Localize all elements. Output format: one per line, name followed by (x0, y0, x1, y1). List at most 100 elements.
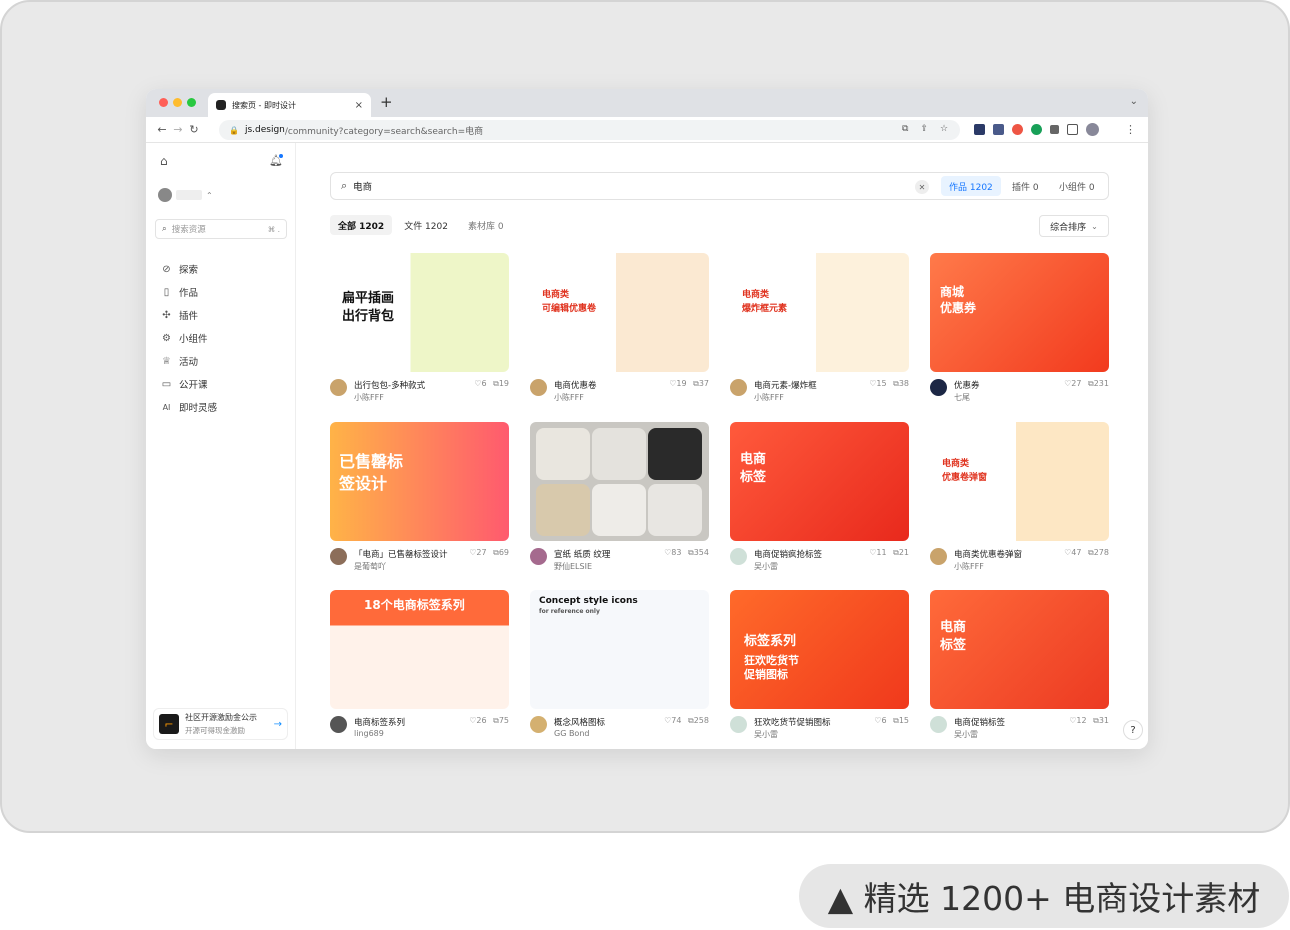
filter-all[interactable]: 全部 1202 (330, 215, 393, 235)
tab-close-icon[interactable]: × (355, 100, 363, 111)
browser-menu-icon[interactable]: ⋮ (1125, 123, 1136, 136)
forward-arrow-icon[interactable]: → (171, 123, 185, 136)
card-title[interactable]: 出行包包-多种款式 (354, 379, 425, 391)
card-author[interactable]: 是葡萄吖 (354, 561, 386, 572)
result-card[interactable]: 电商类 优惠卷弹窗 电商类优惠卷弹窗 小陈FFF ♡47 ⧉278 (930, 422, 1109, 578)
card-title[interactable]: 电商标签系列 (354, 716, 405, 728)
card-thumbnail[interactable]: 18个电商标签系列 (330, 590, 509, 709)
avatar[interactable] (730, 379, 747, 396)
avatar[interactable] (530, 548, 547, 565)
rocket-extension-icon[interactable] (1012, 124, 1023, 135)
calculator-extension-icon[interactable] (993, 124, 1004, 135)
sidebar-item-2[interactable]: ✣ 插件 (160, 308, 198, 323)
card-author[interactable]: 吴小雷 (954, 729, 978, 740)
team-switcher[interactable]: ⌃ (158, 188, 213, 202)
open-in-app-icon[interactable]: ⧉ (902, 124, 908, 134)
sidebar-item-0[interactable]: ⊘ 探索 (160, 262, 198, 277)
filter-files[interactable]: 文件 1202 (396, 215, 456, 235)
browser-tab[interactable]: 搜索页 - 即时设计 × (208, 93, 371, 117)
duplicate-icon[interactable]: ⧉ (1091, 716, 1099, 725)
card-title[interactable]: 电商促销疯抢标签 (754, 548, 822, 560)
card-author[interactable]: 吴小雷 (754, 729, 778, 740)
sidepanel-icon[interactable] (1067, 124, 1078, 135)
promo-banner[interactable]: ⌐ 社区开源激励金公示 开源可得现金激励 → (153, 708, 288, 740)
card-thumbnail[interactable]: 电商类 优惠卷弹窗 (930, 422, 1109, 541)
card-author[interactable]: 小陈FFF (954, 561, 984, 572)
close-window-dot[interactable] (159, 98, 168, 107)
bookmark-star-icon[interactable]: ☆ (940, 124, 948, 134)
tab-list-chevron-icon[interactable]: ⌄ (1130, 96, 1138, 107)
card-thumbnail[interactable]: 电商 标签 (730, 422, 909, 541)
result-card[interactable]: 18个电商标签系列 电商标签系列 ling689 ♡26 ⧉75 (330, 590, 509, 746)
duplicate-icon[interactable]: ⧉ (891, 716, 899, 725)
vue-devtools-icon[interactable] (1031, 124, 1042, 135)
duplicate-icon[interactable]: ⧉ (685, 548, 694, 557)
sidebar-item-5[interactable]: ▭ 公开课 (160, 377, 208, 392)
sort-dropdown[interactable]: 综合排序 ⌄ (1039, 215, 1109, 237)
new-tab-button[interactable]: + (380, 93, 393, 111)
duplicate-icon[interactable]: ⧉ (691, 379, 699, 388)
result-card[interactable]: 电商 标签 电商促销疯抢标签 吴小雷 ♡11 ⧉21 (730, 422, 909, 578)
result-card[interactable]: 电商 标签 电商促销标签 吴小雷 ♡12 ⧉31 (930, 590, 1109, 746)
card-title[interactable]: 「电商」已售罄标签设计 (354, 548, 448, 560)
result-card[interactable]: 电商类 可编辑优惠卷 电商优惠卷 小陈FFF ♡19 ⧉37 (530, 253, 709, 409)
result-card[interactable]: 宣纸 纸质 纹理 野仙ELSIE ♡83 ⧉354 (530, 422, 709, 578)
card-author[interactable]: 七尾 (954, 392, 970, 403)
card-thumbnail[interactable]: 电商 标签 (930, 590, 1109, 709)
card-title[interactable]: 电商促销标签 (954, 716, 1005, 728)
profile-avatar[interactable] (1086, 123, 1099, 136)
card-title[interactable]: 电商元素-爆炸框 (754, 379, 817, 391)
result-card[interactable]: Concept style icons for reference only 概念风… (530, 590, 709, 746)
card-thumbnail[interactable]: 电商类 爆炸框元素 (730, 253, 909, 372)
ia-extension-icon[interactable] (974, 124, 985, 135)
card-title[interactable]: 宣纸 纸质 纹理 (554, 548, 610, 560)
card-title[interactable]: 概念风格图标 (554, 716, 605, 728)
duplicate-icon[interactable]: ⧉ (1085, 548, 1094, 557)
card-author[interactable]: ling689 (354, 729, 384, 738)
card-author[interactable]: 吴小雷 (754, 561, 778, 572)
back-arrow-icon[interactable]: ← (155, 123, 169, 136)
card-author[interactable]: 小陈FFF (754, 392, 784, 403)
card-author[interactable]: 野仙ELSIE (554, 561, 592, 572)
duplicate-icon[interactable]: ⧉ (491, 548, 499, 557)
search-type-widgets[interactable]: 小组件 0 (1051, 176, 1103, 196)
sidebar-item-3[interactable]: ⚙ 小组件 (160, 331, 208, 346)
result-card[interactable]: 扁平插画 出行背包 出行包包-多种款式 小陈FFF ♡6 ⧉19 (330, 253, 509, 409)
card-thumbnail[interactable]: 已售罄标 签设计 (330, 422, 509, 541)
card-thumbnail[interactable]: 电商类 可编辑优惠卷 (530, 253, 709, 372)
result-card[interactable]: 商城 优惠券 优惠券 七尾 ♡27 ⧉231 (930, 253, 1109, 409)
card-title[interactable]: 狂欢吃货节促销图标 (754, 716, 831, 728)
avatar[interactable] (930, 716, 947, 733)
result-card[interactable]: 电商类 爆炸框元素 电商元素-爆炸框 小陈FFF ♡15 ⧉38 (730, 253, 909, 409)
search-type-works[interactable]: 作品 1202 (941, 176, 1001, 196)
url-field[interactable]: 🔒 js.design/community?category=search&se… (219, 120, 960, 140)
avatar[interactable] (330, 548, 347, 565)
card-title[interactable]: 优惠券 (954, 379, 980, 391)
duplicate-icon[interactable]: ⧉ (685, 716, 694, 725)
avatar[interactable] (730, 548, 747, 565)
reload-icon[interactable]: ↻ (187, 123, 201, 136)
help-button[interactable]: ? (1123, 720, 1143, 740)
sidebar-search-input[interactable]: ⌕ 搜索资源 ⌘ . (155, 219, 287, 239)
main-search-input[interactable]: ⌕ 电商 ✕ 作品 1202 插件 0 小组件 0 (330, 172, 1109, 200)
avatar[interactable] (330, 716, 347, 733)
sidebar-item-4[interactable]: ♕ 活动 (160, 354, 198, 369)
card-thumbnail[interactable]: 标签系列 狂欢吃货节 促销图标 (730, 590, 909, 709)
duplicate-icon[interactable]: ⧉ (891, 379, 899, 388)
card-title[interactable]: 电商类优惠卷弹窗 (954, 548, 1022, 560)
card-thumbnail[interactable]: 扁平插画 出行背包 (330, 253, 509, 372)
avatar[interactable] (930, 548, 947, 565)
sidebar-item-1[interactable]: ▯ 作品 (160, 285, 198, 300)
filter-assets[interactable]: 素材库 0 (460, 215, 512, 235)
card-author[interactable]: GG Bond (554, 729, 589, 738)
result-card[interactable]: 已售罄标 签设计 「电商」已售罄标签设计 是葡萄吖 ♡27 ⧉69 (330, 422, 509, 578)
clear-search-icon[interactable]: ✕ (915, 180, 929, 194)
card-title[interactable]: 电商优惠卷 (554, 379, 597, 391)
card-author[interactable]: 小陈FFF (554, 392, 584, 403)
sidebar-item-6[interactable]: AI 即时灵感 (160, 400, 217, 415)
search-type-plugins[interactable]: 插件 0 (1004, 176, 1047, 196)
result-card[interactable]: 标签系列 狂欢吃货节 促销图标 狂欢吃货节促销图标 吴小雷 ♡6 ⧉15 (730, 590, 909, 746)
avatar[interactable] (530, 379, 547, 396)
minimize-window-dot[interactable] (173, 98, 182, 107)
card-thumbnail[interactable]: Concept style icons for reference only (530, 590, 709, 709)
